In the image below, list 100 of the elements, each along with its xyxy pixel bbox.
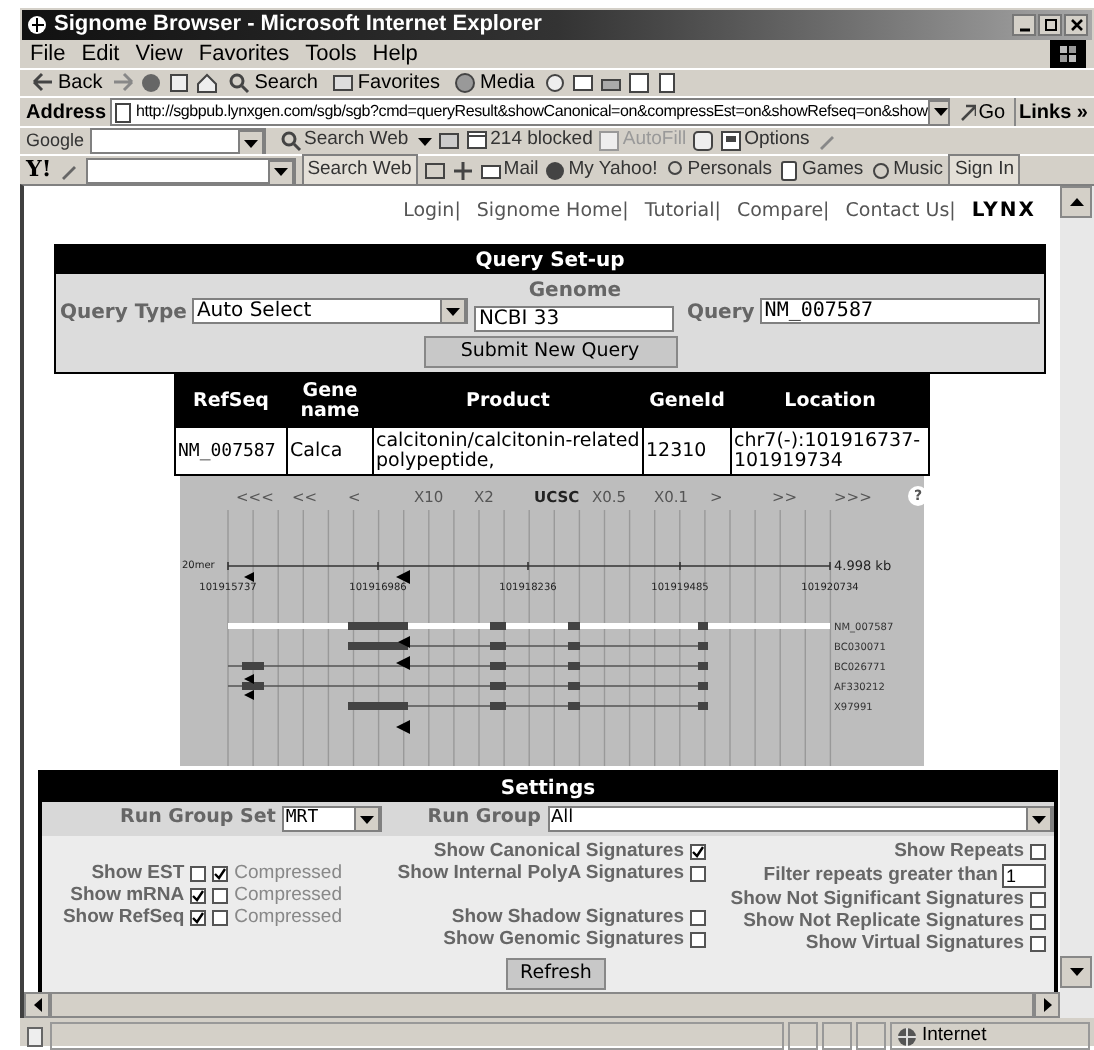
history-icon[interactable]: [544, 72, 567, 94]
close-button[interactable]: [1064, 14, 1088, 36]
checkbox[interactable]: [212, 887, 229, 903]
window-icon[interactable]: [466, 130, 489, 152]
checkbox[interactable]: [1030, 891, 1046, 907]
checkbox[interactable]: [1030, 843, 1046, 859]
toolbar-button[interactable]: Media: [450, 68, 539, 98]
left-arrow-icon[interactable]: [33, 998, 41, 1012]
search-web-button[interactable]: Search Web: [301, 153, 418, 187]
toolbar-button[interactable]: Games: [778, 155, 864, 185]
menu-item[interactable]: Edit: [79, 37, 122, 71]
menu-item[interactable]: Tools: [303, 37, 359, 71]
checkbox[interactable]: [212, 865, 229, 881]
caret-icon[interactable]: [244, 139, 259, 147]
refresh-icon[interactable]: [168, 72, 191, 94]
caret-icon[interactable]: [933, 108, 948, 116]
dropdown-button[interactable]: [927, 100, 949, 124]
page-icon[interactable]: [112, 101, 135, 123]
toolbar-button[interactable]: Search: [224, 68, 322, 98]
menu-item[interactable]: View: [133, 37, 185, 71]
maximize-button[interactable]: [1038, 14, 1062, 36]
back-arrow-icon[interactable]: [32, 72, 54, 94]
nav-link[interactable]: Login|: [403, 197, 461, 226]
caret-icon[interactable]: [273, 168, 288, 176]
search-field[interactable]: [85, 157, 296, 183]
toolbar-button[interactable]: Mail: [479, 155, 539, 185]
refresh-button[interactable]: Refresh: [506, 958, 606, 990]
go-arrow-icon[interactable]: [958, 101, 977, 123]
dropdown-button[interactable]: [440, 298, 467, 324]
checkbox[interactable]: [190, 909, 207, 925]
go-button[interactable]: Go: [954, 97, 1010, 127]
dropdown-button[interactable]: [267, 159, 294, 185]
home-icon[interactable]: [196, 72, 219, 94]
stop-icon[interactable]: [140, 72, 163, 94]
checkbox[interactable]: [190, 865, 207, 881]
mail-icon[interactable]: [572, 72, 595, 94]
checkbox[interactable]: [690, 843, 706, 859]
dropdown-button[interactable]: [353, 806, 380, 832]
address-field[interactable]: http://sgbpub.lynxgen.com/sgb/sgb?cmd=queryResult&showCanonical=on&compressEst=on&showRefseq=on&show: [110, 98, 951, 126]
close-icon[interactable]: [1069, 18, 1083, 32]
links-button[interactable]: Links »: [1013, 97, 1088, 127]
checkbox[interactable]: [1030, 935, 1046, 951]
nav-link[interactable]: Compare|: [736, 197, 830, 226]
popup-blocker-button[interactable]: 214 blocked: [466, 126, 593, 156]
caret-icon[interactable]: [1032, 815, 1046, 823]
run-group-set-select[interactable]: MRT: [281, 806, 382, 832]
discuss-icon[interactable]: [656, 72, 679, 94]
minimize-button[interactable]: [1012, 14, 1036, 36]
submit-button[interactable]: Submit New Query: [423, 336, 677, 368]
nav-link[interactable]: Tutorial|: [644, 197, 721, 226]
search-field[interactable]: [90, 128, 267, 154]
caret-icon[interactable]: [359, 815, 374, 823]
scroll-right-button[interactable]: [1034, 992, 1060, 1018]
dropdown-button[interactable]: [238, 130, 265, 156]
browser-icon[interactable]: [26, 14, 48, 36]
yahoo-logo[interactable]: Y!: [26, 153, 52, 187]
envelope-icon[interactable]: [479, 159, 502, 181]
up-arrow-icon[interactable]: [1069, 198, 1083, 206]
checkbox[interactable]: [212, 909, 229, 925]
folder-icon[interactable]: [331, 72, 354, 94]
globe-icon[interactable]: [454, 72, 477, 94]
search-icon[interactable]: [228, 72, 251, 94]
checkbox[interactable]: [1030, 913, 1046, 929]
google-logo[interactable]: Google: [26, 127, 85, 155]
toolbar-button[interactable]: My Yahoo!: [544, 155, 658, 185]
dropdown-button[interactable]: [1026, 806, 1052, 832]
news-icon[interactable]: [438, 130, 461, 152]
checkbox[interactable]: [690, 865, 706, 881]
checkbox[interactable]: [690, 931, 706, 947]
nav-link[interactable]: Signome Home|: [476, 197, 629, 226]
scroll-down-button[interactable]: [1060, 956, 1092, 988]
menu-item[interactable]: Help: [370, 37, 420, 71]
highlight-icon[interactable]: [692, 130, 715, 152]
layout-icon[interactable]: [423, 159, 446, 181]
right-arrow-icon[interactable]: [1043, 998, 1051, 1012]
toolbar-button[interactable]: Back: [28, 68, 107, 98]
person-icon[interactable]: [663, 159, 686, 181]
flag-icon[interactable]: [1058, 44, 1078, 64]
menu-item[interactable]: File: [28, 37, 68, 71]
sign-in-button[interactable]: Sign In: [948, 153, 1021, 187]
checkbox[interactable]: [190, 887, 207, 903]
caret-icon[interactable]: [446, 307, 461, 315]
scroll-up-button[interactable]: [1060, 186, 1092, 218]
toolbar-button[interactable]: Favorites: [327, 68, 445, 98]
toolbar-button[interactable]: Music: [869, 155, 943, 185]
nav-link[interactable]: Contact Us|: [845, 197, 956, 226]
toolbar-button[interactable]: Personals: [663, 155, 773, 185]
search-icon[interactable]: [280, 130, 303, 152]
query-type-select[interactable]: Auto Select: [192, 298, 469, 324]
down-arrow-icon[interactable]: [1069, 968, 1083, 976]
options-icon[interactable]: [720, 130, 743, 152]
card-icon[interactable]: [778, 159, 801, 181]
menu-item[interactable]: Favorites: [196, 37, 292, 71]
checkbox[interactable]: [690, 909, 706, 925]
move-icon[interactable]: [451, 159, 474, 181]
query-field[interactable]: NM_007587: [760, 298, 1040, 324]
page-icon[interactable]: [24, 1025, 46, 1047]
options-button[interactable]: Options: [720, 126, 810, 156]
disc-icon[interactable]: [544, 159, 567, 181]
edit-icon[interactable]: [628, 72, 651, 94]
